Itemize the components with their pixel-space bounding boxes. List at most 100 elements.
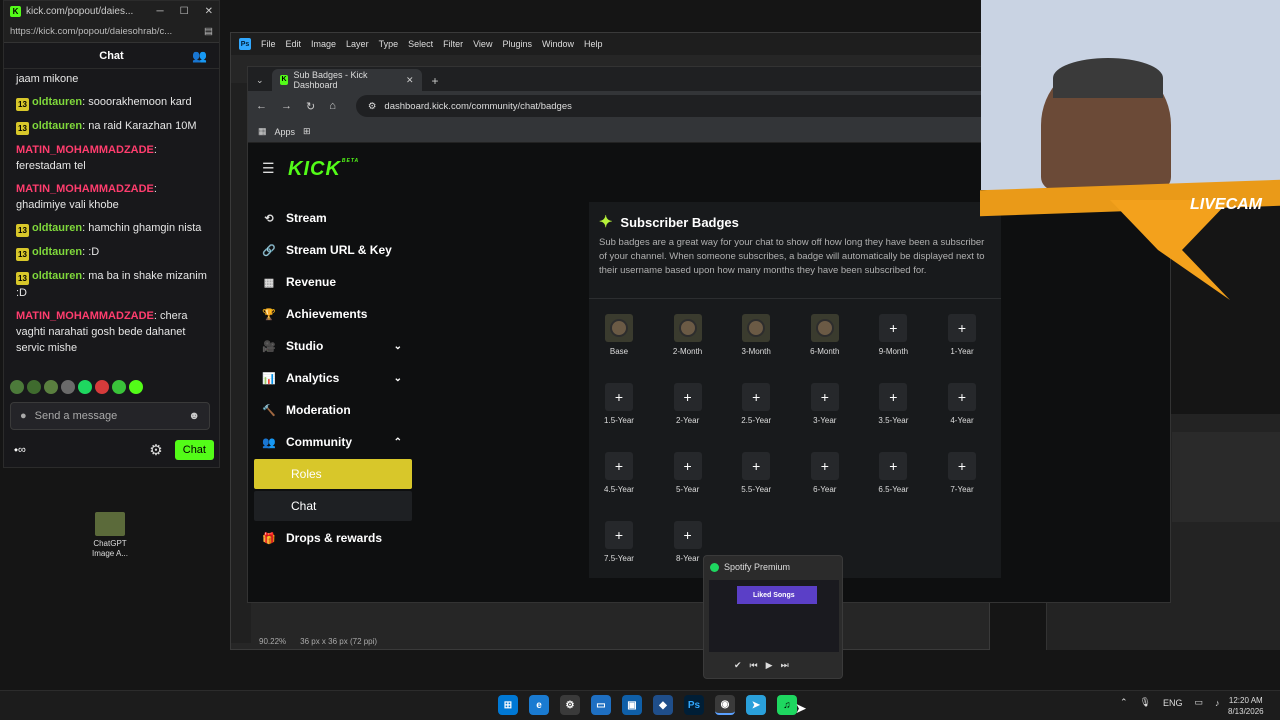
ps-menu-item[interactable]: File (261, 39, 276, 49)
add-badge-icon[interactable]: + (948, 452, 976, 480)
badge-slot[interactable]: +6-Year (795, 452, 855, 494)
emote-icon[interactable] (27, 380, 41, 394)
settings-icon[interactable]: ⚙ (560, 695, 580, 715)
chat-send-button[interactable]: Chat (174, 440, 214, 460)
ps-menu-item[interactable]: Image (311, 39, 336, 49)
add-badge-icon[interactable]: + (673, 452, 702, 480)
play-icon[interactable]: ▶ (766, 660, 773, 671)
gear-icon[interactable]: ⚙ (149, 441, 162, 459)
telegram-icon[interactable]: ➤ (746, 695, 766, 715)
explorer-icon[interactable]: ▭ (591, 695, 611, 715)
badge-slot[interactable]: +1-Year (932, 314, 992, 356)
emote-icon[interactable] (78, 380, 92, 394)
ps-menu-item[interactable]: Type (379, 39, 399, 49)
tab-list-icon[interactable]: ⌄ (256, 75, 264, 86)
badge-image[interactable] (810, 314, 839, 342)
badge-slot[interactable]: +1.5-Year (589, 383, 649, 425)
badge-slot[interactable]: +4.5-Year (589, 452, 649, 494)
new-tab-icon[interactable]: + (432, 74, 439, 88)
badge-slot[interactable]: +5-Year (658, 452, 718, 494)
network-icon[interactable]: ▭ (1195, 697, 1204, 708)
next-icon[interactable]: ⏭ (781, 660, 789, 671)
message-input[interactable]: ● Send a message ☻ (10, 402, 210, 430)
ps-menu-item[interactable]: Help (584, 39, 603, 49)
subscriber-badge-icon[interactable]: 13 (16, 248, 29, 261)
chevron-up-icon[interactable]: ⌃ (394, 437, 402, 448)
volume-icon[interactable]: ♪ (1215, 698, 1220, 708)
badge-slot[interactable]: 2-Month (658, 314, 718, 356)
badge-slot[interactable]: +4-Year (932, 383, 992, 425)
kick-logo[interactable]: KICKBETA (288, 158, 359, 181)
chat-username[interactable]: MATIN_MOHAMMADZADE (16, 183, 154, 195)
site-info-icon[interactable]: ⚙ (368, 101, 377, 112)
emote-icon[interactable] (112, 380, 126, 394)
chat-username[interactable]: oldtauren (32, 222, 82, 234)
previous-icon[interactable]: ⏮ (750, 660, 758, 671)
sidebar-item-revenue[interactable]: ▦ Revenue (254, 267, 412, 297)
chat-username[interactable]: oldtauren (32, 120, 82, 132)
defender-icon[interactable]: ◆ (653, 695, 673, 715)
menu-icon[interactable]: ☰ (262, 160, 275, 177)
ps-menu-item[interactable]: Filter (443, 39, 463, 49)
chevron-down-icon[interactable]: ⌄ (394, 341, 402, 352)
add-badge-icon[interactable]: + (605, 383, 633, 411)
tray-chevron-icon[interactable]: ⌃ (1120, 697, 1128, 708)
sidebar-item-moderation[interactable]: 🔨 Moderation (254, 395, 412, 425)
apps-grid-icon[interactable]: ▦ (258, 126, 267, 137)
chat-username[interactable]: MATIN_MOHAMMADZADE (16, 144, 154, 156)
badge-slot[interactable]: +2-Year (658, 383, 718, 425)
ps-menu-item[interactable]: Select (408, 39, 433, 49)
add-badge-icon[interactable]: + (742, 383, 771, 411)
page-icon[interactable]: ▤ (204, 26, 213, 37)
emote-icon[interactable] (61, 380, 75, 394)
badge-slot[interactable]: +5.5-Year (726, 452, 786, 494)
start-icon[interactable]: ⊞ (498, 695, 518, 715)
chat-url[interactable]: https://kick.com/popout/daiesohrab/c... (10, 26, 204, 37)
chat-username[interactable]: oldtauren (32, 246, 82, 258)
ps-menu-item[interactable]: Edit (286, 39, 302, 49)
chat-username[interactable]: oldtauren (32, 270, 82, 282)
language-indicator[interactable]: ENG (1163, 698, 1183, 708)
badge-slot[interactable]: +2.5-Year (726, 383, 786, 425)
emoji-icon[interactable]: ☻ (188, 410, 200, 422)
chrome-icon[interactable]: ◉ (715, 695, 735, 715)
photoshop-taskbar-icon[interactable]: Ps (684, 695, 704, 715)
edge-icon[interactable]: e (529, 695, 549, 715)
emote-icon[interactable] (44, 380, 58, 394)
microphone-icon[interactable]: 🎙 (1140, 697, 1151, 708)
sidebar-item-stream[interactable]: ⟲ Stream (254, 203, 412, 233)
badge-slot[interactable]: +3-Year (795, 383, 855, 425)
like-icon[interactable]: ✔ (734, 660, 742, 671)
add-badge-icon[interactable]: + (742, 452, 771, 480)
chat-username[interactable]: MATIN_MOHAMMADZADE (16, 310, 154, 322)
badge-slot[interactable]: +3.5-Year (863, 383, 923, 425)
sidebar-item-achievements[interactable]: 🏆 Achievements (254, 299, 412, 329)
browser-tab[interactable]: K Sub Badges - Kick Dashboard ✕ (271, 69, 422, 91)
subscriber-badge-icon[interactable]: 13 (16, 272, 29, 285)
close-tab-icon[interactable]: ✕ (406, 75, 414, 86)
desktop-file-icon[interactable]: ChatGPT Image A... (90, 512, 130, 559)
reload-icon[interactable]: ↻ (306, 100, 315, 113)
add-badge-icon[interactable]: + (605, 521, 633, 549)
minimize-icon[interactable]: ─ (157, 6, 164, 17)
emote-icon[interactable] (129, 380, 143, 394)
forward-icon[interactable]: → (281, 100, 292, 112)
points-icon[interactable]: ⬩∞ (14, 444, 26, 457)
add-badge-icon[interactable]: + (879, 383, 908, 411)
close-icon[interactable]: ✕ (205, 6, 213, 17)
sidebar-item-community[interactable]: 👥 Community ⌃ (254, 427, 412, 457)
emote-icon[interactable] (95, 380, 109, 394)
badge-slot[interactable]: Base (589, 314, 649, 356)
window-controls[interactable]: ─ ☐ ✕ (157, 6, 213, 17)
ps-menu-item[interactable]: Window (542, 39, 574, 49)
emote-bar[interactable] (10, 380, 143, 394)
add-badge-icon[interactable]: + (948, 383, 976, 411)
home-icon[interactable]: ⌂ (329, 100, 336, 112)
chevron-down-icon[interactable]: ⌄ (394, 373, 402, 384)
ps-menu-item[interactable]: View (473, 39, 492, 49)
sidebar-item-roles[interactable]: Roles (254, 459, 412, 489)
chat-username[interactable]: oldtauren (32, 96, 82, 108)
ps-menu-item[interactable]: Layer (346, 39, 369, 49)
spotify-taskbar-icon[interactable]: ♫ (777, 695, 797, 715)
add-badge-icon[interactable]: + (673, 383, 702, 411)
